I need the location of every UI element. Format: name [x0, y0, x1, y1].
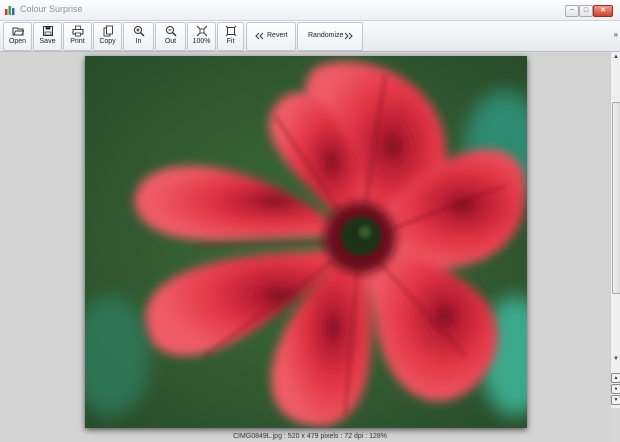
revert-label: Revert: [267, 32, 288, 39]
scroll-thumb[interactable]: [612, 102, 620, 294]
close-button[interactable]: ✕: [593, 5, 613, 17]
title-bar: Colour Surprise − □ ✕: [0, 0, 620, 21]
flower-photo: [85, 56, 527, 428]
actual-size-icon: [196, 25, 207, 37]
randomize-label: Randomize: [308, 32, 344, 39]
open-label: Open: [8, 38, 27, 45]
print-button[interactable]: Print: [63, 22, 92, 51]
zoom-in-icon: [133, 26, 145, 37]
folder-open-icon: [12, 27, 24, 36]
copy-icon: [103, 25, 113, 37]
maximize-button[interactable]: □: [579, 5, 593, 17]
status-bar: CIMG0849L.jpg : 520 x 479 pixels : 72 dp…: [232, 433, 388, 440]
copy-label: Copy: [99, 38, 116, 45]
floppy-disk-icon: [42, 26, 53, 36]
zoom-out-icon: [165, 26, 177, 37]
fit-button[interactable]: Fit: [217, 22, 244, 51]
toolbar: Open Save Print Copy In Out 100% Fit Rev…: [0, 21, 620, 52]
zoom-in-label: In: [135, 38, 142, 45]
print-label: Print: [70, 38, 85, 45]
open-button[interactable]: Open: [3, 22, 32, 51]
revert-button[interactable]: Revert: [246, 22, 296, 51]
save-button[interactable]: Save: [33, 22, 62, 51]
actual-size-button[interactable]: 100%: [187, 22, 216, 51]
nav-up-icon[interactable]: ▲: [611, 373, 620, 383]
printer-icon: [72, 25, 83, 37]
scroll-up-button[interactable]: ▲: [612, 53, 620, 62]
double-chevron-left-icon: [255, 32, 264, 40]
minimize-button[interactable]: −: [565, 5, 579, 17]
image-viewport[interactable]: [0, 52, 610, 442]
double-chevron-right-icon: [344, 32, 353, 40]
scroll-down-button[interactable]: ▼: [612, 355, 620, 364]
zoom-out-label: Out: [164, 38, 177, 45]
vertical-scrollbar[interactable]: ▲ ▼: [610, 52, 620, 408]
nav-down-icon[interactable]: ▼: [611, 395, 620, 405]
save-label: Save: [39, 38, 56, 45]
nav-center-icon[interactable]: ●: [611, 384, 620, 394]
scroll-nav-pad: ▲ ● ▼: [610, 373, 620, 407]
copy-button[interactable]: Copy: [93, 22, 122, 51]
fit-to-window-icon: [225, 25, 236, 37]
randomize-button[interactable]: Randomize: [297, 22, 363, 51]
toolbar-overflow-button[interactable]: »: [614, 30, 618, 39]
zoom-in-button[interactable]: In: [123, 22, 154, 51]
window-title: Colour Surprise: [20, 4, 83, 14]
flower-image: [85, 56, 527, 428]
fit-label: Fit: [226, 38, 235, 45]
app-icon: [5, 6, 15, 15]
zoom-out-button[interactable]: Out: [155, 22, 186, 51]
actual-size-label: 100%: [192, 38, 211, 45]
